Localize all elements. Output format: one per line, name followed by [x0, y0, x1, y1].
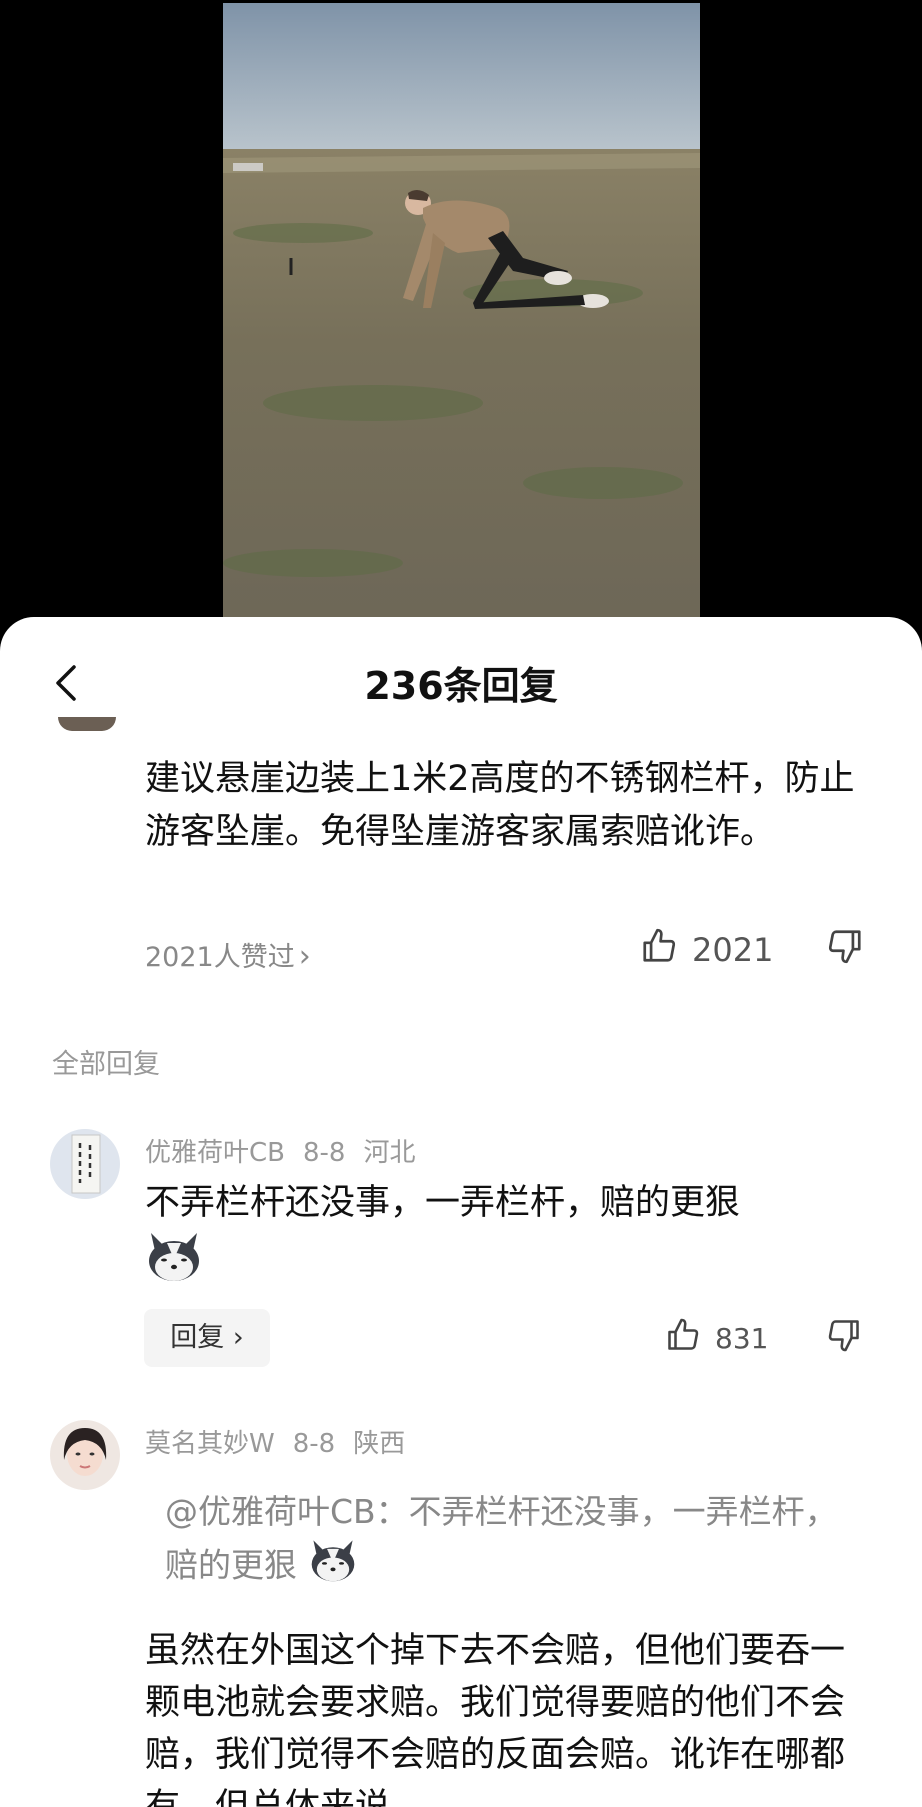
thumbs-down-icon	[828, 930, 861, 964]
reply-button-label: 回复	[170, 1322, 225, 1353]
avatar[interactable]	[58, 717, 116, 731]
thumbs-up-icon	[643, 928, 676, 962]
comment-sheet: 236条回复 建议悬崖边装上1米2高度的不锈钢栏杆，防止游客坠崖。免得坠崖游客家…	[0, 617, 922, 1807]
avatar[interactable]	[50, 1129, 120, 1199]
like-count: 831	[715, 1322, 769, 1355]
location: 河北	[363, 1138, 416, 1168]
chevron-right-icon: ›	[298, 939, 311, 974]
username[interactable]: 优雅荷叶CB	[145, 1138, 285, 1168]
reply-meta: 优雅荷叶CB 8-8 河北	[145, 1132, 433, 1169]
section-label: 全部回复	[52, 1049, 160, 1080]
main-comment-text: 建议悬崖边装上1米2高度的不锈钢栏杆，防止游客坠崖。免得坠崖游客家属索赔讹诈。	[145, 759, 855, 852]
quoted-reply[interactable]: @优雅荷叶CB：不弄栏杆还没事，一弄栏杆，赔的更狠	[165, 1487, 855, 1597]
like-count: 2021	[692, 931, 774, 969]
liked-by-link[interactable]: 2021人赞过 ›	[145, 935, 311, 974]
avatar[interactable]	[50, 1420, 120, 1490]
date: 8-8	[292, 1429, 336, 1459]
like-button[interactable]	[665, 1317, 701, 1360]
location: 陕西	[353, 1429, 406, 1459]
reply-text-content: 不弄栏杆还没事，一弄栏杆，赔的更狠	[145, 1183, 741, 1223]
thumbs-up-icon	[668, 1318, 699, 1350]
dislike-button[interactable]	[826, 1317, 862, 1357]
page-title: 236条回复	[364, 664, 558, 708]
reply-meta: 莫名其妙W 8-8 陕西	[145, 1423, 423, 1460]
quoted-text: @优雅荷叶CB：不弄栏杆还没事，一弄栏杆，赔的更狠	[165, 1492, 838, 1585]
reply-text: 虽然在外国这个掉下去不会赔，但他们要吞一颗电池就会要求赔。我们觉得要赔的他们不会…	[145, 1631, 846, 1807]
video-frame	[223, 3, 700, 633]
video-player[interactable]	[223, 3, 700, 633]
reply-text: 不弄栏杆还没事，一弄栏杆，赔的更狠	[145, 1177, 865, 1298]
reply-like-group: 831	[665, 1317, 768, 1360]
husky-dog-emoji	[308, 1537, 358, 1597]
main-like-group: 2021	[640, 927, 773, 973]
chevron-right-icon: ›	[224, 1322, 244, 1353]
like-button[interactable]	[640, 927, 678, 973]
reply-button[interactable]: 回复 ›	[144, 1309, 270, 1367]
thumbs-down-icon	[828, 1320, 859, 1352]
username[interactable]: 莫名其妙W	[145, 1429, 275, 1459]
dislike-button[interactable]	[826, 927, 864, 969]
date: 8-8	[303, 1138, 346, 1168]
liked-by-label: 2021人赞过	[145, 942, 295, 973]
husky-dog-emoji	[145, 1229, 203, 1298]
